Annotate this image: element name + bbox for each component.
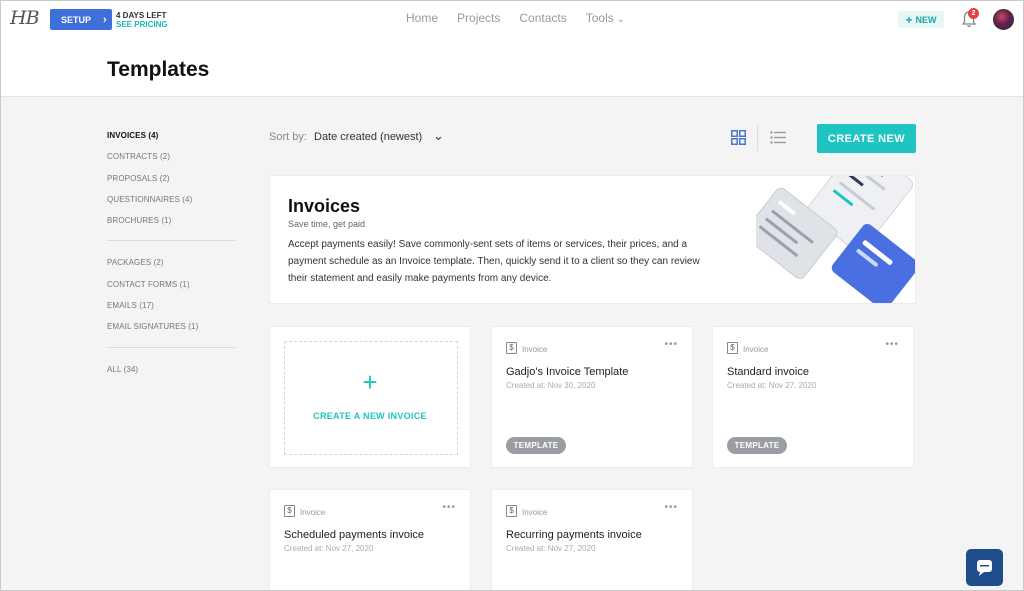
card-name: Recurring payments invoice: [506, 529, 642, 541]
sort-label: Sort by:: [269, 131, 307, 143]
template-tag: TEMPLATE: [727, 437, 787, 454]
dollar-icon: $: [506, 505, 517, 517]
chevron-down-icon[interactable]: ⌄: [433, 128, 444, 144]
sidebar-item-contact-forms[interactable]: CONTACT FORMS (1): [107, 280, 235, 301]
plus-icon: +: [362, 367, 378, 397]
banner-title: Invoices: [288, 196, 361, 216]
see-pricing-link[interactable]: SEE PRICING: [116, 20, 168, 29]
top-nav: HB SETUP › 4 DAYS LEFT SEE PRICING Home …: [0, 0, 1024, 40]
user-avatar[interactable]: [993, 9, 1014, 30]
card-type: Invoice: [522, 345, 548, 354]
dollar-icon: $: [506, 342, 517, 354]
create-invoice-label: CREATE A NEW INVOICE: [313, 411, 427, 421]
sidebar-item-brochures[interactable]: BROCHURES (1): [107, 216, 235, 237]
card-type: Invoice: [743, 345, 769, 354]
new-label: NEW: [915, 14, 937, 25]
card-date: Created at: Nov 30, 2020: [506, 381, 596, 390]
more-options-icon[interactable]: •••: [885, 339, 899, 350]
list-view-icon[interactable]: [770, 131, 786, 144]
template-card[interactable]: $ Invoice ••• Scheduled payments invoice…: [269, 489, 471, 591]
card-type: Invoice: [300, 508, 326, 517]
card-name: Standard invoice: [727, 366, 809, 378]
more-options-icon[interactable]: •••: [442, 502, 456, 513]
trial-days-left: 4 DAYS LEFT: [116, 11, 167, 20]
banner-subtitle: Save time, get paid: [288, 219, 366, 229]
notification-badge: 2: [968, 8, 979, 19]
template-tag: TEMPLATE: [506, 437, 566, 454]
chat-bubble-icon: [977, 560, 992, 576]
more-options-icon[interactable]: •••: [664, 339, 678, 350]
template-card[interactable]: $ Invoice ••• Standard invoice Created a…: [712, 326, 914, 468]
sidebar-item-contracts[interactable]: CONTRACTS (2): [107, 152, 235, 173]
page-title: Templates: [107, 58, 210, 81]
nav-home[interactable]: Home: [406, 11, 438, 25]
new-button[interactable]: + NEW: [898, 11, 944, 28]
setup-label: SETUP: [61, 14, 92, 25]
more-options-icon[interactable]: •••: [664, 502, 678, 513]
create-invoice-card[interactable]: + CREATE A NEW INVOICE: [269, 326, 471, 468]
banner-description: Accept payments easily! Save commonly-se…: [288, 239, 700, 284]
sort-select[interactable]: Date created (newest): [314, 131, 422, 143]
template-card[interactable]: $ Invoice ••• Recurring payments invoice…: [491, 489, 693, 591]
sidebar-divider: [107, 240, 235, 242]
dollar-icon: $: [284, 505, 295, 517]
create-new-button[interactable]: CREATE NEW: [817, 124, 916, 153]
card-date: Created at: Nov 27, 2020: [506, 544, 596, 553]
sidebar-item-packages[interactable]: PACKAGES (2): [107, 258, 235, 279]
dashed-outline: [284, 341, 458, 455]
nav-projects[interactable]: Projects: [457, 11, 500, 25]
sidebar-item-email-signatures[interactable]: EMAIL SIGNATURES (1): [107, 322, 235, 343]
card-date: Created at: Nov 27, 2020: [284, 544, 374, 553]
nav-tools[interactable]: Tools: [586, 11, 625, 25]
invoice-illustration: [756, 176, 915, 303]
card-name: Gadjo's Invoice Template: [506, 366, 629, 378]
invoices-banner: Invoices Save time, get paid Accept paym…: [269, 175, 916, 304]
card-name: Scheduled payments invoice: [284, 529, 425, 541]
card-date: Created at: Nov 27, 2020: [727, 381, 817, 390]
template-card[interactable]: $ Invoice ••• Gadjo's Invoice Template C…: [491, 326, 693, 468]
chevron-right-icon: ›: [103, 13, 107, 26]
main-nav: Home Projects Contacts Tools: [406, 11, 644, 25]
dollar-icon: $: [727, 342, 738, 354]
trial-info: 4 DAYS LEFT SEE PRICING: [116, 11, 168, 29]
card-type: Invoice: [522, 508, 548, 517]
setup-button[interactable]: SETUP ›: [50, 9, 112, 30]
plus-icon: +: [905, 12, 913, 27]
nav-contacts[interactable]: Contacts: [519, 11, 566, 25]
sidebar-item-emails[interactable]: EMAILS (17): [107, 301, 235, 322]
sidebar-divider: [107, 346, 235, 348]
honeybook-logo[interactable]: HB: [10, 7, 40, 29]
view-divider: [757, 125, 758, 151]
sidebar-item-all[interactable]: ALL (34): [107, 365, 235, 386]
grid-view-icon[interactable]: [731, 130, 746, 145]
sidebar-item-questionnaires[interactable]: QUESTIONNAIRES (4): [107, 195, 235, 216]
template-sidebar: INVOICES (4) CONTRACTS (2) PROPOSALS (2)…: [107, 131, 235, 386]
chat-widget-button[interactable]: [966, 549, 1003, 586]
sidebar-item-proposals[interactable]: PROPOSALS (2): [107, 174, 235, 195]
sidebar-item-invoices[interactable]: INVOICES (4): [107, 131, 235, 152]
